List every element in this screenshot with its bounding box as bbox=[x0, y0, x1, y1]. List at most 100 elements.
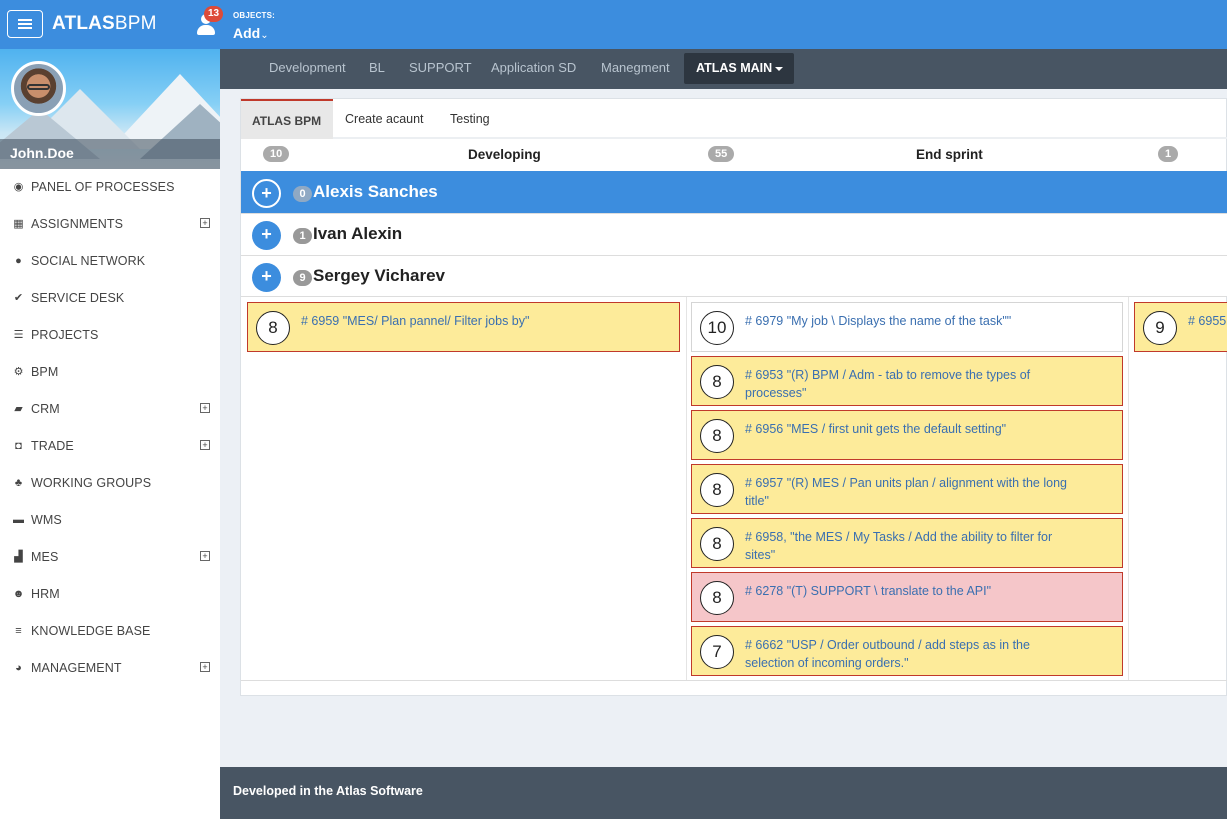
sidebar-item-management[interactable]: ◕ MANAGEMENT + bbox=[0, 650, 220, 687]
task-title-link[interactable]: # 6958, "the MES / My Tasks / Add the ab… bbox=[745, 528, 1075, 564]
task-title-link[interactable]: # 6953 "(R) BPM / Adm - tab to remove th… bbox=[745, 366, 1075, 402]
tab-testing[interactable]: Testing bbox=[450, 112, 490, 126]
hamburger-menu-icon[interactable] bbox=[7, 10, 43, 38]
sidebar-item-mes[interactable]: ▟ MES + bbox=[0, 539, 220, 576]
sidebar-item-label: MES bbox=[31, 550, 59, 564]
pie-chart-icon: ◕ bbox=[15, 662, 22, 674]
lane-count-badge: 9 bbox=[293, 270, 312, 286]
nav-tab-application-sd[interactable]: Application SD bbox=[491, 60, 576, 75]
expand-plus-icon[interactable]: + bbox=[200, 662, 210, 672]
sidebar-item-knowledge-base[interactable]: ≡ KNOWLEDGE BASE bbox=[0, 613, 220, 650]
lane-name: Ivan Alexin bbox=[313, 224, 403, 243]
task-card[interactable]: 8 # 6957 "(R) MES / Pan units plan / alig… bbox=[691, 464, 1123, 514]
expand-plus-icon[interactable]: + bbox=[200, 551, 210, 561]
task-points-badge: 8 bbox=[700, 419, 734, 453]
objects-add-dropdown[interactable]: Add⌄ bbox=[233, 25, 269, 41]
money-icon: ◘ bbox=[15, 440, 22, 452]
sidebar-item-label: SOCIAL NETWORK bbox=[31, 254, 146, 268]
expand-lane-plus-icon[interactable]: + bbox=[252, 221, 281, 250]
task-card[interactable]: 10 # 6979 "My job \ Displays the name of … bbox=[691, 302, 1123, 352]
expand-lane-plus-icon[interactable]: + bbox=[252, 263, 281, 292]
tab-create-acaunt[interactable]: Create acaunt bbox=[345, 112, 424, 126]
calendar-icon: ▦ bbox=[13, 218, 24, 230]
task-points-badge: 9 bbox=[1143, 311, 1177, 345]
task-title-link[interactable]: # 6956 "MES / first unit gets the defaul… bbox=[745, 420, 1075, 438]
objects-label: OBJECTS: bbox=[233, 11, 276, 20]
nav-active-label: ATLAS MAIN bbox=[696, 61, 773, 75]
task-points-badge: 8 bbox=[700, 365, 734, 399]
top-header: ATLASBPM 13 OBJECTS: Add⌄ bbox=[0, 0, 1227, 49]
expand-plus-icon[interactable]: + bbox=[200, 218, 210, 228]
expand-lane-plus-icon[interactable]: + bbox=[252, 179, 281, 208]
nav-tab-support[interactable]: SUPPORT bbox=[409, 60, 472, 75]
book-icon: ▰ bbox=[14, 403, 23, 415]
task-title-link[interactable]: # 6957 "(R) MES / Pan units plan / align… bbox=[745, 474, 1075, 510]
task-card[interactable]: 9 # 6955 bbox=[1134, 302, 1227, 352]
sidebar-item-label: KNOWLEDGE BASE bbox=[31, 624, 151, 638]
sidebar-item-label: ASSIGNMENTS bbox=[31, 217, 124, 231]
swimlane-header[interactable]: + 9 Sergey Vicharev bbox=[241, 255, 1227, 297]
kanban-board: 8 # 6959 "MES/ Plan pannel/ Filter jobs b… bbox=[241, 296, 1227, 681]
task-title-link[interactable]: # 6278 "(T) SUPPORT \ translate to the A… bbox=[745, 582, 1075, 600]
sidebar-item-label: HRM bbox=[31, 587, 60, 601]
board-tabs: ATLAS BPM Create acaunt Testing bbox=[241, 99, 1227, 139]
task-card[interactable]: 8 # 6958, "the MES / My Tasks / Add the a… bbox=[691, 518, 1123, 568]
lane-name: Alexis Sanches bbox=[313, 182, 438, 201]
task-title-link[interactable]: # 6979 "My job \ Displays the name of th… bbox=[745, 312, 1075, 330]
sidebar-item-social-network[interactable]: ● SOCIAL NETWORK bbox=[0, 243, 220, 280]
task-card[interactable]: 8 # 6953 "(R) BPM / Adm - tab to remove t… bbox=[691, 356, 1123, 406]
expand-plus-icon[interactable]: + bbox=[200, 403, 210, 413]
stage-count-badge: 55 bbox=[708, 146, 735, 162]
sidebar-item-working-groups[interactable]: ♣ WORKING GROUPS bbox=[0, 465, 220, 502]
task-title-link[interactable]: # 6955 bbox=[1188, 312, 1227, 330]
sidebar-item-panel-of-processes[interactable]: ◉ PANEL OF PROCESSES bbox=[0, 169, 220, 206]
swimlane-header[interactable]: + 0 Alexis Sanches bbox=[241, 171, 1227, 213]
stage-count-badge: 10 bbox=[263, 146, 290, 162]
sidebar-item-assignments[interactable]: ▦ ASSIGNMENTS + bbox=[0, 206, 220, 243]
sitemap-icon: ♣ bbox=[14, 477, 23, 489]
list-icon: ☰ bbox=[13, 329, 24, 341]
sidebar-item-label: WMS bbox=[31, 513, 62, 527]
stage-count-badge: 1 bbox=[1158, 146, 1179, 162]
stage-name: End sprint bbox=[916, 147, 983, 162]
sidebar-item-label: PANEL OF PROCESSES bbox=[31, 180, 175, 194]
task-points-badge: 8 bbox=[700, 581, 734, 615]
expand-plus-icon[interactable]: + bbox=[200, 440, 210, 450]
task-card[interactable]: 7 # 6662 "USP / Order outbound / add step… bbox=[691, 626, 1123, 676]
task-title-link[interactable]: # 6662 "USP / Order outbound / add steps… bbox=[745, 636, 1075, 672]
tab-atlas-bpm[interactable]: ATLAS BPM bbox=[241, 99, 333, 139]
task-title-link[interactable]: # 6959 "MES/ Plan pannel/ Filter jobs by… bbox=[301, 312, 631, 330]
logo-bold: ATLAS bbox=[52, 13, 115, 34]
sidebar-item-label: BPM bbox=[31, 365, 59, 379]
avatar[interactable] bbox=[11, 61, 66, 116]
industry-icon: ▟ bbox=[14, 551, 23, 563]
sidebar-item-trade[interactable]: ◘ TRADE + bbox=[0, 428, 220, 465]
sidebar-item-hrm[interactable]: ☻ HRM bbox=[0, 576, 220, 613]
task-card[interactable]: 8 # 6278 "(T) SUPPORT \ translate to the … bbox=[691, 572, 1123, 622]
sidebar-item-wms[interactable]: ▬ WMS bbox=[0, 502, 220, 539]
app-logo[interactable]: ATLASBPM bbox=[52, 13, 157, 35]
sidebar-item-bpm[interactable]: ⚙ BPM bbox=[0, 354, 220, 391]
nav-tab-bl[interactable]: BL bbox=[369, 60, 385, 75]
task-points-badge: 8 bbox=[256, 311, 290, 345]
task-card[interactable]: 8 # 6956 "MES / first unit gets the defau… bbox=[691, 410, 1123, 460]
notifications-badge: 13 bbox=[204, 6, 223, 22]
user-panel: John.Doe bbox=[0, 49, 220, 169]
nav-tab-development[interactable]: Development bbox=[269, 60, 346, 75]
stage-header: 10 Developing 55 End sprint 1 bbox=[241, 141, 1227, 169]
sidebar-item-service-desk[interactable]: ✔ SERVICE DESK bbox=[0, 280, 220, 317]
stage-name: Developing bbox=[468, 147, 541, 162]
task-points-badge: 8 bbox=[700, 473, 734, 507]
nav-tab-atlas-main-dropdown[interactable]: ATLAS MAIN bbox=[684, 53, 794, 84]
task-points-badge: 7 bbox=[700, 635, 734, 669]
gears-icon: ⚙ bbox=[13, 366, 24, 378]
folder-open-icon: ▬ bbox=[13, 514, 24, 526]
swimlane-header[interactable]: + 1 Ivan Alexin bbox=[241, 213, 1227, 255]
sidebar-item-projects[interactable]: ☰ PROJECTS bbox=[0, 317, 220, 354]
chevron-down-icon: ⌄ bbox=[260, 30, 269, 41]
nav-tab-manegment[interactable]: Manegment bbox=[601, 60, 670, 75]
footer: Developed in the Atlas Software bbox=[220, 767, 1227, 819]
task-card[interactable]: 8 # 6959 "MES/ Plan pannel/ Filter jobs b… bbox=[247, 302, 680, 352]
sidebar-item-crm[interactable]: ▰ CRM + bbox=[0, 391, 220, 428]
user-name[interactable]: John.Doe bbox=[10, 145, 74, 161]
